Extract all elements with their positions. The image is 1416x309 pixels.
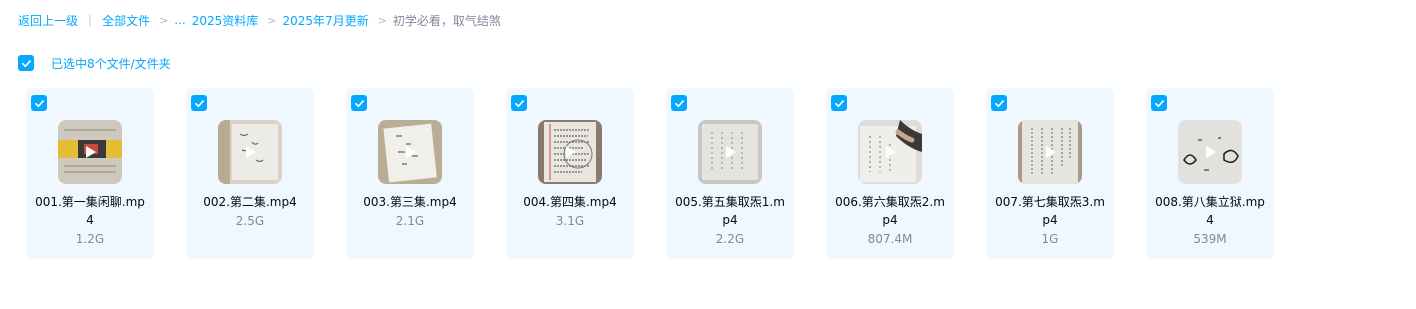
play-icon [1206, 146, 1216, 158]
checkmark-icon [834, 99, 844, 107]
file-card[interactable]: 001.第一集闲聊.mp4 1.2G [26, 88, 154, 259]
video-thumbnail[interactable] [1018, 120, 1082, 184]
back-link[interactable]: 返回上一级 [18, 12, 78, 29]
play-icon [886, 146, 896, 158]
breadcrumb-folder-july-update[interactable]: 2025年7月更新 [283, 12, 369, 29]
select-all-row: 已选中8个文件/文件夹 [18, 55, 171, 71]
breadcrumb-all-files[interactable]: 全部文件 [102, 12, 150, 29]
play-icon [566, 146, 576, 158]
file-name[interactable]: 006.第六集取炁2.mp4 [834, 193, 946, 229]
file-card[interactable]: 004.第四集.mp4 3.1G [506, 88, 634, 259]
play-icon [726, 146, 736, 158]
video-thumbnail[interactable] [58, 120, 122, 184]
file-name[interactable]: 004.第四集.mp4 [514, 193, 626, 211]
file-size: 2.1G [395, 214, 425, 228]
file-name[interactable]: 003.第三集.mp4 [354, 193, 466, 211]
breadcrumb-current-folder: 初学必看，取气结煞 [392, 13, 501, 28]
video-thumbnail[interactable] [538, 120, 602, 184]
file-card[interactable]: 007.第七集取炁3.mp4 1G [986, 88, 1114, 259]
video-thumbnail[interactable] [378, 120, 442, 184]
file-checkbox[interactable] [31, 95, 47, 111]
file-name[interactable]: 001.第一集闲聊.mp4 [34, 193, 146, 229]
file-size: 539M [1193, 232, 1227, 246]
file-size: 1.2G [75, 232, 105, 246]
chevron-right-icon: > [267, 13, 277, 27]
selection-count-label: 已选中8个文件/文件夹 [51, 56, 171, 71]
breadcrumb: 返回上一级 | 全部文件 > ... 2025资料库 > 2025年7月更新 >… [18, 11, 501, 29]
file-checkbox[interactable] [831, 95, 847, 111]
video-thumbnail[interactable] [1178, 120, 1242, 184]
video-thumbnail[interactable] [858, 120, 922, 184]
checkmark-icon [1154, 99, 1164, 107]
breadcrumb-ellipsis[interactable]: ... [174, 13, 185, 27]
file-size: 807.4M [867, 232, 913, 246]
checkmark-icon [34, 99, 44, 107]
file-name[interactable]: 008.第八集立狱.mp4 [1154, 193, 1266, 229]
checkmark-icon [674, 99, 684, 107]
chevron-right-icon: > [377, 13, 387, 27]
file-checkbox[interactable] [511, 95, 527, 111]
file-name[interactable]: 002.第二集.mp4 [194, 193, 306, 211]
play-icon [246, 146, 256, 158]
checkmark-icon [194, 99, 204, 107]
file-checkbox[interactable] [671, 95, 687, 111]
play-icon [86, 146, 96, 158]
file-size: 2.5G [235, 214, 265, 228]
checkmark-icon [354, 99, 364, 107]
file-checkbox[interactable] [351, 95, 367, 111]
file-card[interactable]: 003.第三集.mp4 2.1G [346, 88, 474, 259]
file-name[interactable]: 007.第七集取炁3.mp4 [994, 193, 1106, 229]
select-all-checkbox[interactable] [18, 55, 34, 71]
file-card[interactable]: 002.第二集.mp4 2.5G [186, 88, 314, 259]
checkmark-icon [21, 59, 31, 67]
breadcrumb-folder-2025-library[interactable]: 2025资料库 [192, 12, 259, 29]
file-card[interactable]: 006.第六集取炁2.mp4 807.4M [826, 88, 954, 259]
file-checkbox[interactable] [191, 95, 207, 111]
file-size: 1G [1041, 232, 1059, 246]
file-size: 3.1G [555, 214, 585, 228]
play-icon [406, 146, 416, 158]
video-thumbnail[interactable] [218, 120, 282, 184]
chevron-right-icon: > [159, 13, 169, 27]
file-card[interactable]: 005.第五集取炁1.mp4 2.2G [666, 88, 794, 259]
checkmark-icon [514, 99, 524, 107]
file-size: 2.2G [715, 232, 745, 246]
file-card[interactable]: 008.第八集立狱.mp4 539M [1146, 88, 1274, 259]
breadcrumb-divider: | [88, 13, 93, 27]
play-icon [1046, 146, 1056, 158]
file-grid: 001.第一集闲聊.mp4 1.2G 002.第二集.mp4 2.5G 003.… [26, 88, 1274, 259]
file-checkbox[interactable] [991, 95, 1007, 111]
file-checkbox[interactable] [1151, 95, 1167, 111]
checkmark-icon [994, 99, 1004, 107]
video-thumbnail[interactable] [698, 120, 762, 184]
file-name[interactable]: 005.第五集取炁1.mp4 [674, 193, 786, 229]
